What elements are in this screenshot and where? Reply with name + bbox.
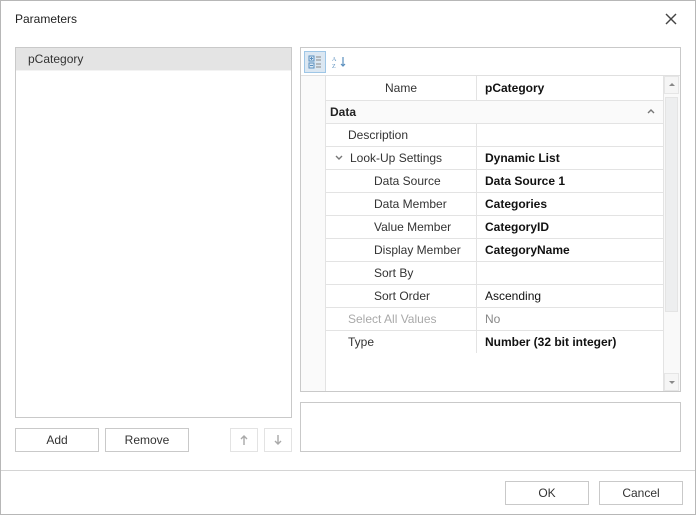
add-button-label: Add (46, 433, 67, 447)
row-sort-by[interactable]: Sort By (326, 261, 663, 284)
row-name[interactable]: Name pCategory (326, 76, 663, 100)
svg-text:A: A (332, 57, 337, 63)
title-bar: Parameters (1, 1, 695, 33)
row-description[interactable]: Description (326, 123, 663, 146)
description-value[interactable] (477, 124, 663, 146)
chevron-down-icon (334, 153, 344, 163)
type-label: Type (326, 331, 477, 353)
right-pane: A Z Name pCategory (300, 47, 681, 452)
scroll-up-button[interactable] (664, 76, 679, 94)
alphabetical-view-button[interactable]: A Z (328, 51, 350, 73)
move-down-button[interactable] (264, 428, 292, 452)
row-value-member[interactable]: Value Member CategoryID (326, 215, 663, 238)
triangle-down-icon (668, 378, 676, 386)
list-buttons: Add Remove (15, 428, 292, 452)
data-member-value[interactable]: Categories (477, 193, 663, 215)
categorized-icon (308, 55, 322, 69)
section-data[interactable]: Data (326, 100, 663, 123)
scroll-thumb[interactable] (665, 97, 678, 312)
property-gutter (301, 76, 326, 391)
name-value[interactable]: pCategory (477, 76, 663, 100)
row-display-member[interactable]: Display Member CategoryName (326, 238, 663, 261)
select-all-value: No (477, 308, 663, 330)
description-panel (300, 402, 681, 452)
display-member-value[interactable]: CategoryName (477, 239, 663, 261)
cancel-button[interactable]: Cancel (599, 481, 683, 505)
sort-az-icon: A Z (332, 55, 346, 69)
name-label: Name (326, 76, 477, 100)
list-item-label: pCategory (28, 52, 83, 66)
ok-button[interactable]: OK (505, 481, 589, 505)
property-toolbar: A Z (301, 48, 680, 76)
data-member-label: Data Member (326, 193, 477, 215)
ok-button-label: OK (538, 486, 555, 500)
remove-button-label: Remove (125, 433, 170, 447)
property-body: Name pCategory Data Description (301, 76, 680, 391)
remove-button[interactable]: Remove (105, 428, 189, 452)
property-grid: A Z Name pCategory (300, 47, 681, 392)
lookup-value[interactable]: Dynamic List (477, 147, 663, 169)
property-scrollbar[interactable] (663, 76, 680, 391)
row-sort-order[interactable]: Sort Order Ascending (326, 284, 663, 307)
dialog-footer: OK Cancel (1, 470, 695, 514)
row-select-all: Select All Values No (326, 307, 663, 330)
triangle-up-icon (668, 81, 676, 89)
sort-order-label: Sort Order (326, 285, 477, 307)
data-source-label: Data Source (326, 170, 477, 192)
cancel-button-label: Cancel (622, 486, 659, 500)
left-pane: pCategory Add Remove (15, 47, 292, 452)
sort-order-value[interactable]: Ascending (477, 285, 663, 307)
property-table: Name pCategory Data Description (326, 76, 663, 391)
expander-lookup[interactable] (332, 153, 346, 163)
row-lookup-settings[interactable]: Look-Up Settings Dynamic List (326, 146, 663, 169)
chevron-up-icon (645, 106, 657, 118)
select-all-label: Select All Values (326, 308, 477, 330)
row-data-source[interactable]: Data Source Data Source 1 (326, 169, 663, 192)
sort-by-label: Sort By (326, 262, 477, 284)
dialog-body: pCategory Add Remove (1, 33, 695, 470)
svg-text:Z: Z (332, 64, 336, 69)
categorized-view-button[interactable] (304, 51, 326, 73)
close-icon (665, 13, 677, 25)
parameter-list[interactable]: pCategory (15, 47, 292, 418)
lookup-label: Look-Up Settings (350, 151, 442, 165)
scroll-down-button[interactable] (664, 373, 679, 391)
move-up-button[interactable] (230, 428, 258, 452)
value-member-value[interactable]: CategoryID (477, 216, 663, 238)
arrow-down-icon (273, 434, 283, 446)
row-data-member[interactable]: Data Member Categories (326, 192, 663, 215)
close-button[interactable] (655, 6, 687, 32)
dialog-title: Parameters (15, 12, 655, 26)
sort-by-value[interactable] (477, 262, 663, 284)
type-value[interactable]: Number (32 bit integer) (477, 331, 663, 353)
add-button[interactable]: Add (15, 428, 99, 452)
row-type[interactable]: Type Number (32 bit integer) (326, 330, 663, 353)
description-label: Description (326, 124, 477, 146)
parameters-dialog: Parameters pCategory Add Remove (0, 0, 696, 515)
display-member-label: Display Member (326, 239, 477, 261)
arrow-up-icon (239, 434, 249, 446)
section-data-label: Data (330, 105, 356, 119)
list-item[interactable]: pCategory (16, 48, 291, 71)
value-member-label: Value Member (326, 216, 477, 238)
data-source-value[interactable]: Data Source 1 (477, 170, 663, 192)
